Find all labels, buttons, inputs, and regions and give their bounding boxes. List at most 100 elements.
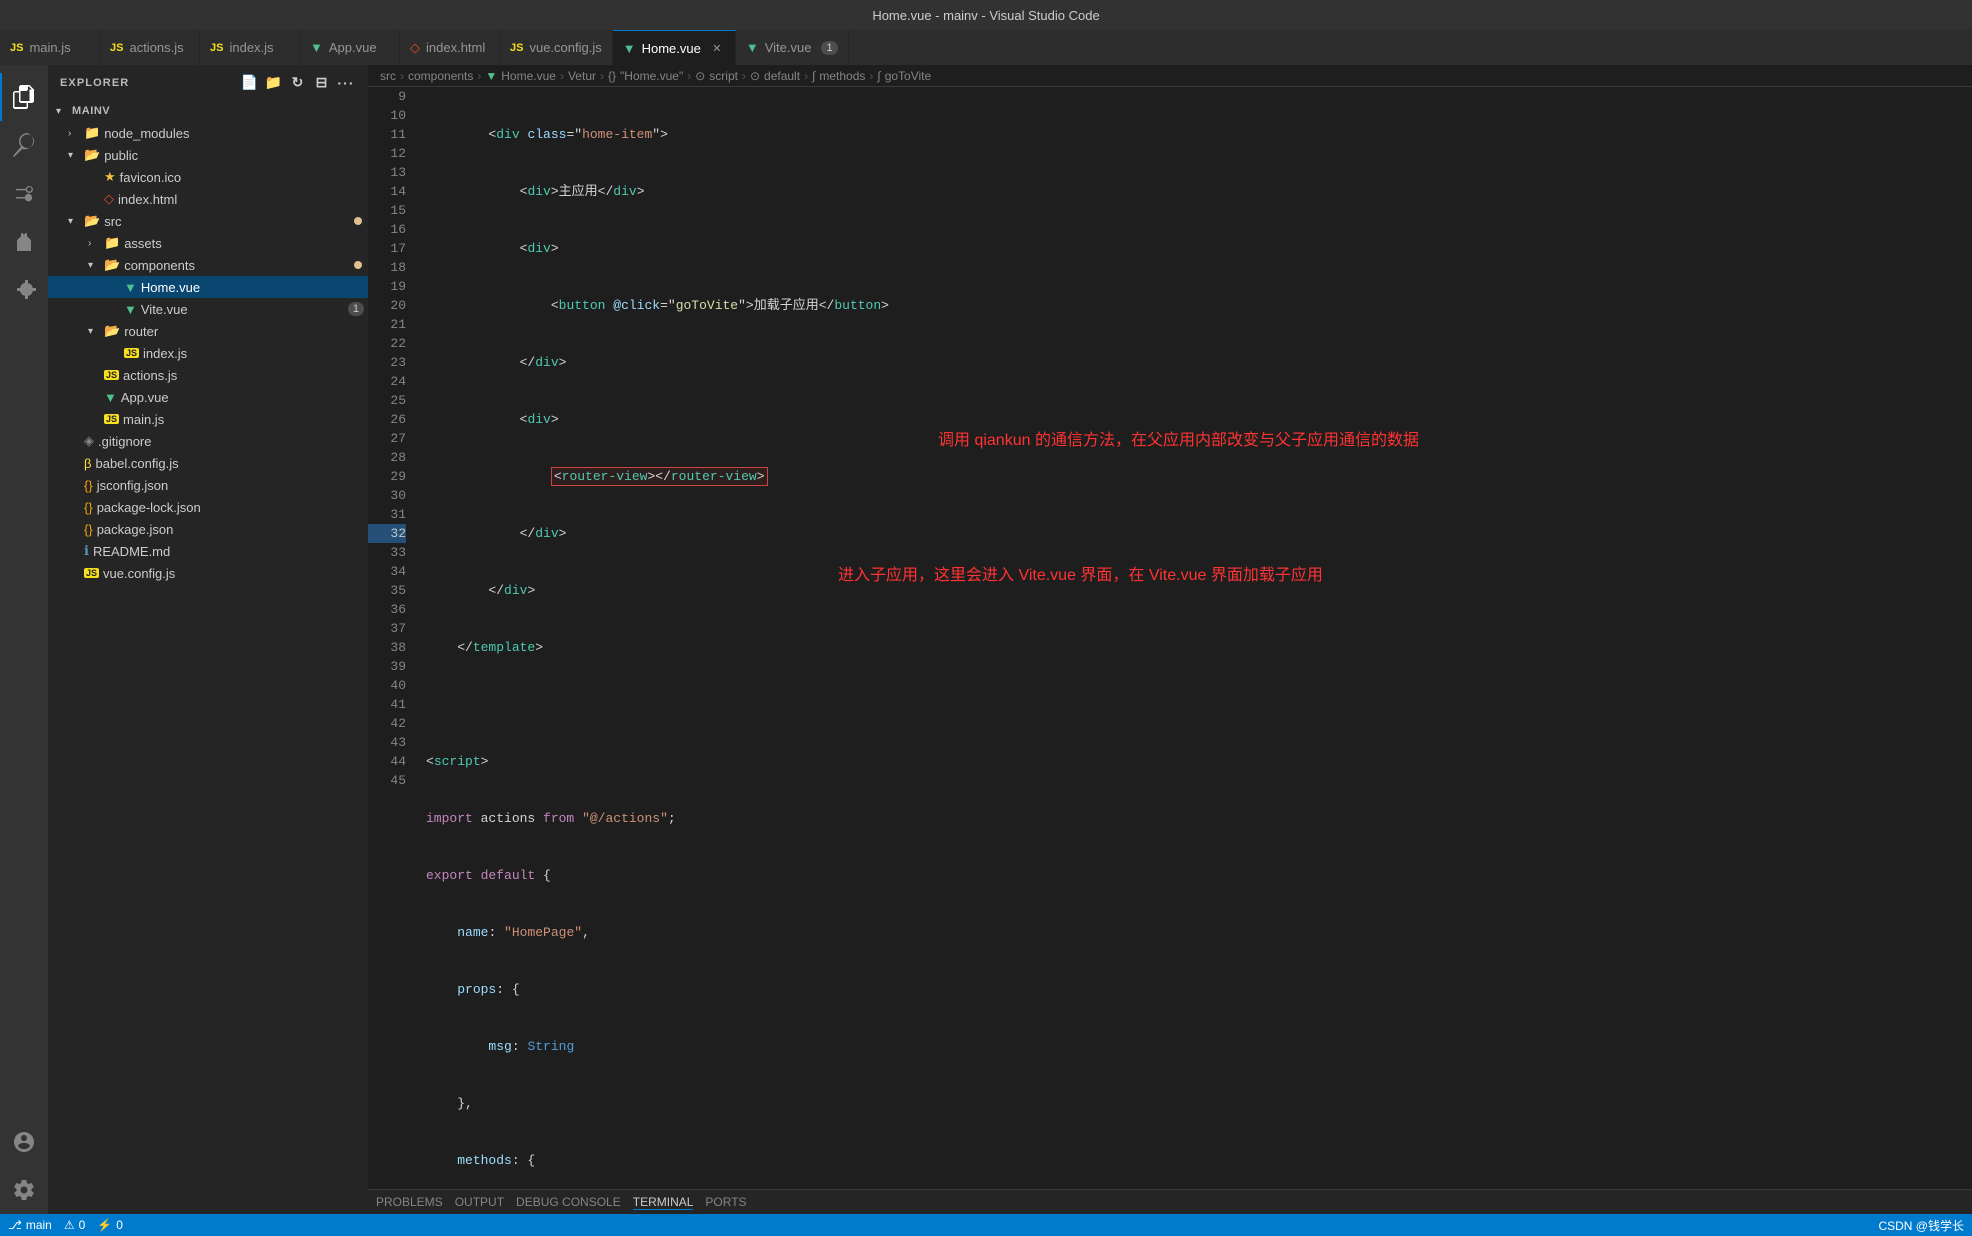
tree-item-label: package-lock.json: [97, 500, 368, 515]
tree-app-vue[interactable]: ▼ App.vue: [48, 386, 368, 408]
tab-label: actions.js: [129, 40, 183, 55]
tree-favicon[interactable]: ★ favicon.ico: [48, 166, 368, 188]
tree-vue-config-js[interactable]: JS vue.config.js: [48, 562, 368, 584]
editor-content[interactable]: 9 10 11 12 13 14 15 16 17 18 19 20 21 22…: [368, 87, 1972, 1189]
tab-main-js[interactable]: JS main.js: [0, 30, 100, 65]
tree-vite-vue[interactable]: ▼ Vite.vue 1: [48, 298, 368, 320]
code-line-24: props: {: [426, 980, 1972, 999]
modified-dot: [354, 261, 362, 269]
tab-label: index.js: [229, 40, 273, 55]
tab-close-button[interactable]: ✕: [709, 40, 725, 56]
code-line-20: <script>: [426, 752, 1972, 771]
activity-extensions[interactable]: [0, 265, 48, 313]
tree-index-html-public[interactable]: ◇ index.html: [48, 188, 368, 210]
errors-status[interactable]: ⚠ 0: [64, 1218, 85, 1232]
breadcrumb-part: src: [380, 69, 396, 83]
sidebar-content: ▾ MAINV › 📁 node_modules ▾ 📂 public ★ fa…: [48, 100, 368, 1214]
tree-router-index-js[interactable]: JS index.js: [48, 342, 368, 364]
md-icon: ℹ: [84, 543, 89, 559]
tree-actions-js[interactable]: JS actions.js: [48, 364, 368, 386]
breadcrumb: src › components › ▼ Home.vue › Vetur › …: [368, 65, 1972, 87]
tree-item-label: favicon.ico: [120, 170, 368, 185]
tree-package-lock[interactable]: {} package-lock.json: [48, 496, 368, 518]
html-icon: ◇: [104, 191, 114, 207]
code-line-13: </div>: [426, 353, 1972, 372]
activity-source-control[interactable]: [0, 169, 48, 217]
tab-home-vue[interactable]: ▼ Home.vue ✕: [613, 30, 736, 65]
tab-bar: JS main.js JS actions.js JS index.js ▼ A…: [0, 30, 1972, 65]
file-badge: 1: [348, 302, 364, 316]
tree-gitignore[interactable]: ◈ .gitignore: [48, 430, 368, 452]
code-editor[interactable]: <div class="home-item"> <div>主应用</div> <…: [418, 87, 1972, 1189]
babel-icon: β: [84, 456, 91, 471]
code-line-9: <div class="home-item">: [426, 125, 1972, 144]
warning-icon: ⚡: [97, 1218, 112, 1232]
code-line-26: },: [426, 1094, 1972, 1113]
status-bar: ⎇ main ⚠ 0 ⚡ 0 CSDN @钱学长: [0, 1214, 1972, 1236]
tree-router[interactable]: ▾ 📂 router: [48, 320, 368, 342]
warnings-status[interactable]: ⚡ 0: [97, 1218, 123, 1232]
tree-root[interactable]: ▾ MAINV: [48, 100, 368, 122]
tree-components[interactable]: ▾ 📂 components: [48, 254, 368, 276]
tree-src[interactable]: ▾ 📂 src: [48, 210, 368, 232]
breadcrumb-part: ∫: [877, 69, 880, 83]
code-line-21: import actions from "@/actions";: [426, 809, 1972, 828]
tree-jsconfig[interactable]: {} jsconfig.json: [48, 474, 368, 496]
tree-readme[interactable]: ℹ README.md: [48, 540, 368, 562]
code-line-14: <div>: [426, 410, 1972, 429]
folder-open-icon: 📂: [84, 213, 100, 229]
new-file-button[interactable]: 📄: [240, 73, 260, 93]
arrow-icon: ▾: [68, 216, 84, 227]
activity-search[interactable]: [0, 121, 48, 169]
tree-assets[interactable]: › 📁 assets: [48, 232, 368, 254]
sidebar: EXPLORER 📄 📁 ↻ ⊟ ··· ▾ MAINV › 📁 node_mo…: [48, 65, 368, 1214]
js-icon: JS: [84, 568, 99, 578]
code-line-11: <div>: [426, 239, 1972, 258]
problems-tab[interactable]: PROBLEMS: [376, 1195, 443, 1209]
sidebar-title: EXPLORER: [60, 77, 129, 89]
activity-settings[interactable]: [0, 1166, 48, 1214]
code-line-16: </div>: [426, 524, 1972, 543]
refresh-button[interactable]: ↻: [288, 73, 308, 93]
tab-index-html[interactable]: ◇ index.html: [400, 30, 500, 65]
tree-home-vue[interactable]: ▼ Home.vue: [48, 276, 368, 298]
tab-actions-js[interactable]: JS actions.js: [100, 30, 200, 65]
tree-public[interactable]: ▾ 📂 public: [48, 144, 368, 166]
tab-vite-vue[interactable]: ▼ Vite.vue 1: [736, 30, 849, 65]
folder-open-icon: 📂: [84, 147, 100, 163]
tab-label: index.html: [426, 40, 485, 55]
tree-item-label: router: [124, 324, 368, 339]
tree-item-label: Home.vue: [141, 280, 368, 295]
tree-item-label: main.js: [123, 412, 368, 427]
collapse-all-button[interactable]: ⊟: [312, 73, 332, 93]
vue-icon: ▼: [746, 40, 759, 55]
vue-icon: ▼: [623, 41, 636, 56]
tree-node-modules[interactable]: › 📁 node_modules: [48, 122, 368, 144]
output-tab[interactable]: OUTPUT: [455, 1195, 504, 1209]
tab-label: App.vue: [329, 40, 377, 55]
tree-package-json[interactable]: {} package.json: [48, 518, 368, 540]
star-icon: ★: [104, 169, 116, 185]
main-layout: EXPLORER 📄 📁 ↻ ⊟ ··· ▾ MAINV › 📁 node_mo…: [0, 65, 1972, 1214]
code-line-23: name: "HomePage",: [426, 923, 1972, 942]
debug-console-tab[interactable]: DEBUG CONSOLE: [516, 1195, 621, 1209]
tab-vue-config-js[interactable]: JS vue.config.js: [500, 30, 613, 65]
new-folder-button[interactable]: 📁: [264, 73, 284, 93]
breadcrumb-part: goToVite: [885, 69, 931, 83]
tab-index-js[interactable]: JS index.js: [200, 30, 300, 65]
tree-item-label: vue.config.js: [103, 566, 368, 581]
tab-app-vue[interactable]: ▼ App.vue: [300, 30, 400, 65]
more-button[interactable]: ···: [336, 73, 356, 93]
activity-accounts[interactable]: [0, 1118, 48, 1166]
line-numbers: 9 10 11 12 13 14 15 16 17 18 19 20 21 22…: [368, 87, 418, 1189]
git-branch-status[interactable]: ⎇ main: [8, 1218, 52, 1232]
activity-run-debug[interactable]: [0, 217, 48, 265]
ports-tab[interactable]: PORTS: [705, 1195, 746, 1209]
activity-bar: [0, 65, 48, 1214]
tree-babel-config[interactable]: β babel.config.js: [48, 452, 368, 474]
tree-item-label: index.js: [143, 346, 368, 361]
tree-main-js[interactable]: JS main.js: [48, 408, 368, 430]
tree-item-label: package.json: [97, 522, 368, 537]
activity-explorer[interactable]: [0, 73, 48, 121]
terminal-tab[interactable]: TERMINAL: [633, 1195, 694, 1210]
